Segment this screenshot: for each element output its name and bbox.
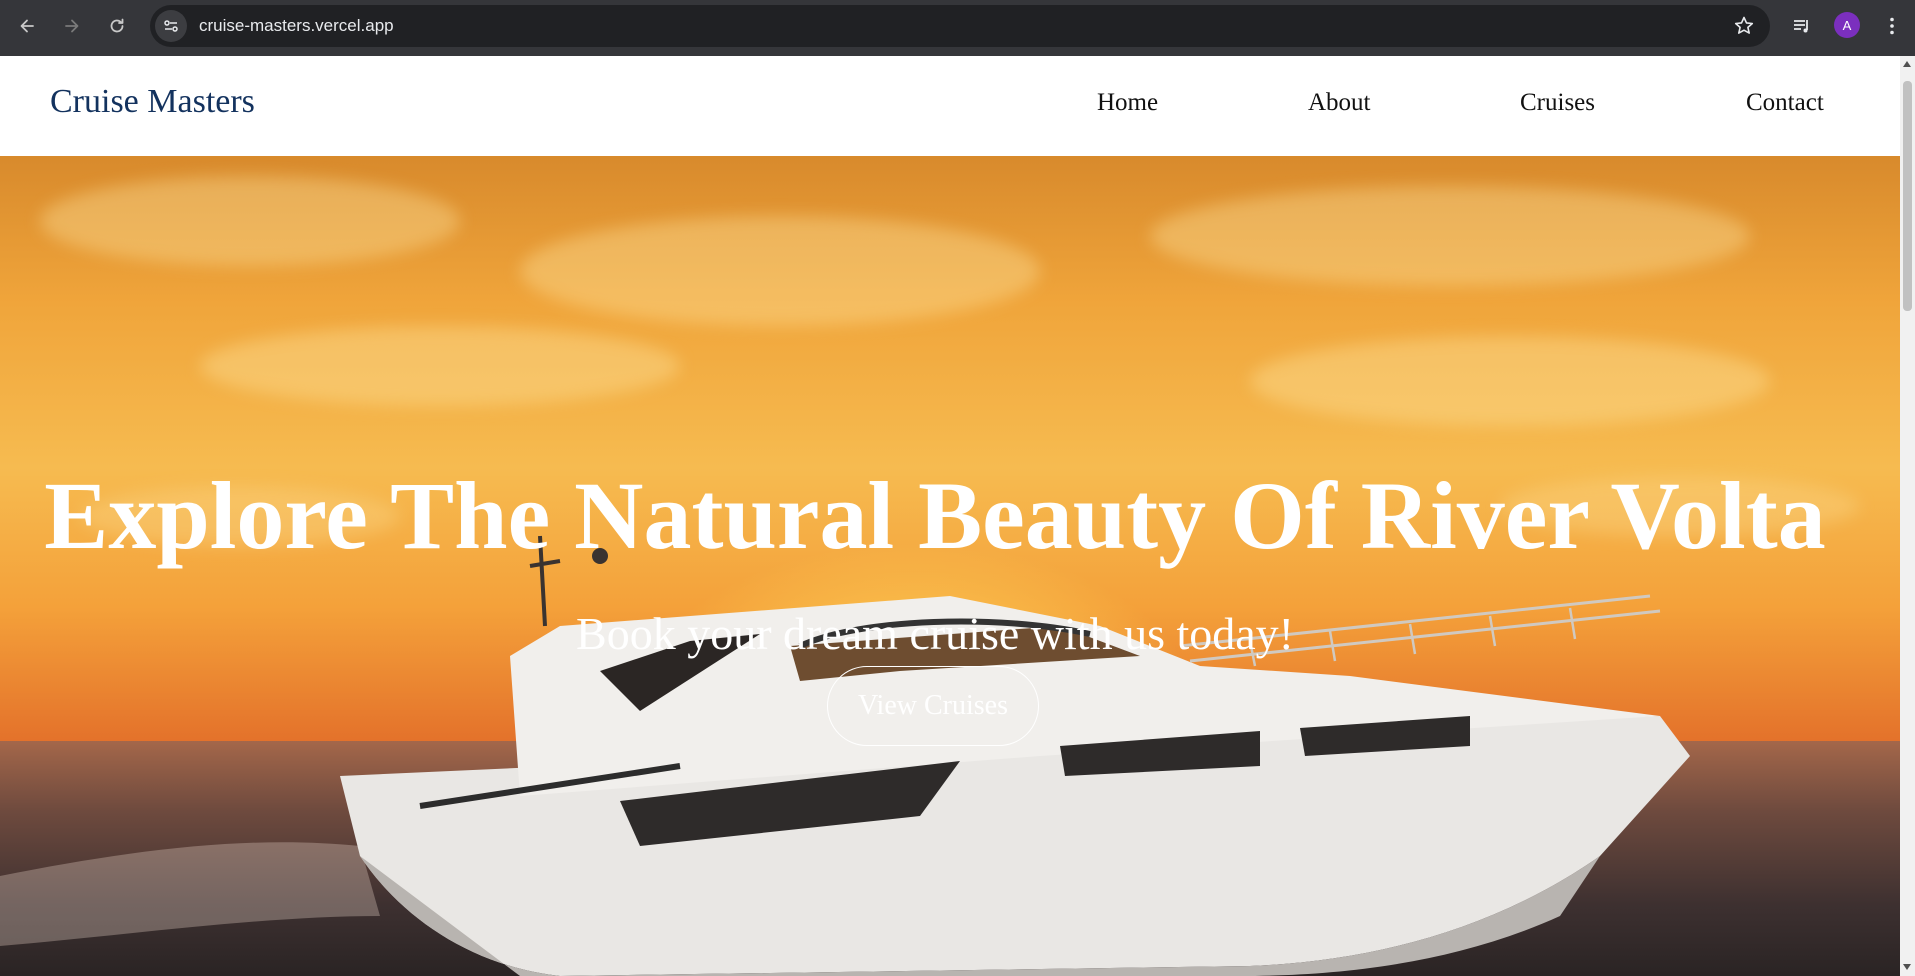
scroll-thumb[interactable] <box>1903 81 1912 311</box>
nav-home[interactable]: Home <box>1097 89 1158 117</box>
reload-icon <box>110 18 124 33</box>
address-bar[interactable]: cruise-masters.vercel.app <box>150 5 1770 47</box>
back-button[interactable] <box>11 10 43 42</box>
forward-icon <box>65 19 79 33</box>
profile-avatar[interactable]: A <box>1834 12 1860 38</box>
reload-button[interactable] <box>101 10 133 42</box>
nav-contact[interactable]: Contact <box>1746 89 1824 117</box>
hero-title: Explore The Natural Beauty Of River Volt… <box>44 462 1826 570</box>
view-cruises-button[interactable]: View Cruises <box>827 666 1039 746</box>
url-text[interactable]: cruise-masters.vercel.app <box>199 16 394 36</box>
brand-logo[interactable]: Cruise Masters <box>50 83 255 121</box>
site-info-button[interactable] <box>155 10 187 42</box>
bookmark-star-icon <box>1734 16 1754 34</box>
bookmark-star-button[interactable] <box>1732 14 1756 38</box>
menu-kebab-icon <box>1890 17 1894 35</box>
browser-menu-button[interactable] <box>1878 12 1906 40</box>
nav-cruises[interactable]: Cruises <box>1520 89 1595 117</box>
web-page: Cruise Masters Home About Cruises Contac… <box>0 56 1900 976</box>
page-scrollbar[interactable] <box>1900 56 1915 976</box>
scroll-down-icon[interactable] <box>1903 964 1911 970</box>
hero-subtitle: Book your dream cruise with us today! <box>576 608 1294 659</box>
scroll-up-icon[interactable] <box>1903 61 1911 67</box>
browser-toolbar: cruise-masters.vercel.app A <box>0 0 1915 56</box>
site-header: Cruise Masters Home About Cruises Contac… <box>0 56 1900 156</box>
nav-about[interactable]: About <box>1308 89 1371 117</box>
site-info-icon <box>164 20 178 32</box>
media-control-button[interactable] <box>1788 12 1816 40</box>
hero-section: Explore The Natural Beauty Of River Volt… <box>0 156 1900 976</box>
back-icon <box>20 19 34 33</box>
forward-button[interactable] <box>56 10 88 42</box>
media-control-icon <box>1794 20 1808 33</box>
